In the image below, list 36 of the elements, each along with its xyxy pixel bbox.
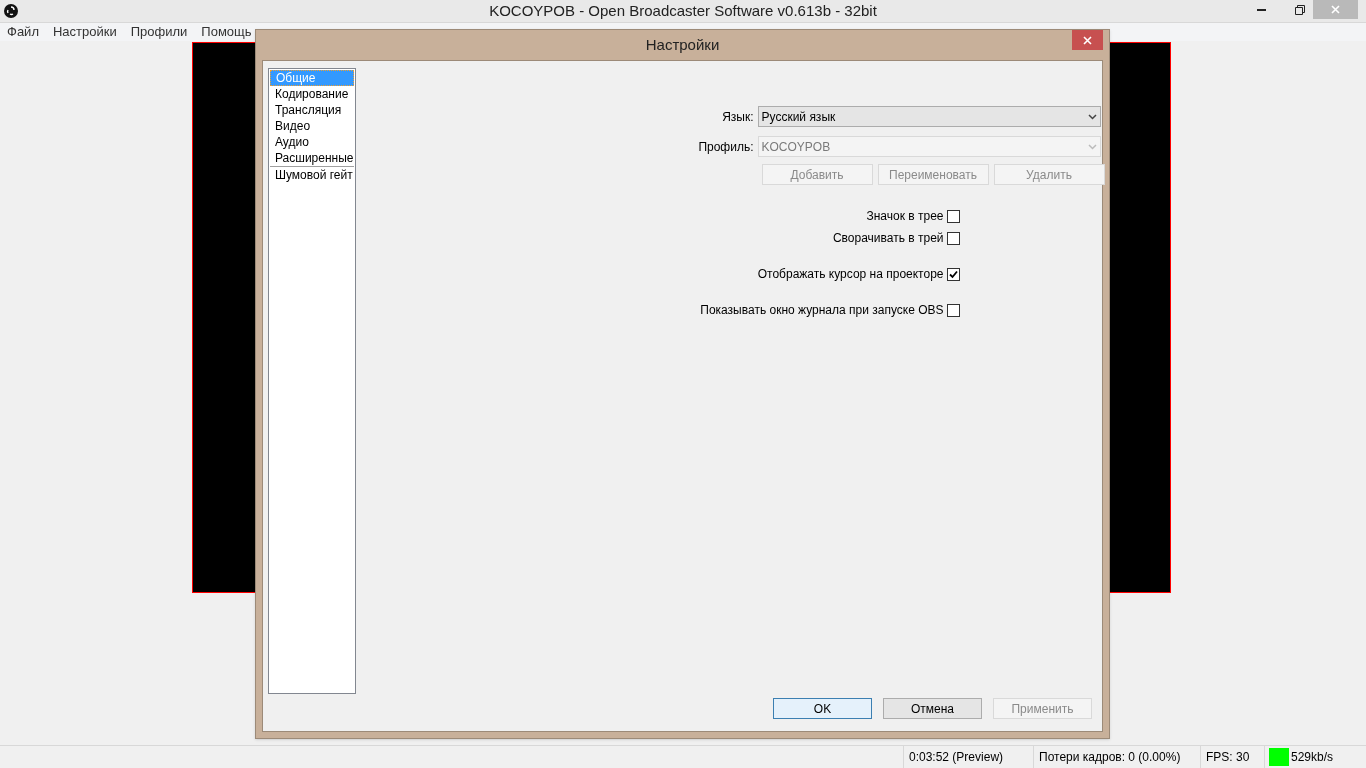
close-button[interactable] bbox=[1072, 30, 1103, 50]
checkbox[interactable] bbox=[946, 267, 960, 281]
category-item[interactable]: Расширенные bbox=[270, 150, 354, 166]
checkbox[interactable] bbox=[946, 209, 960, 223]
checkbox[interactable] bbox=[946, 303, 960, 317]
checkbox-label: Показывать окно журнала при запуске OBS bbox=[700, 302, 944, 319]
checkbox[interactable] bbox=[946, 231, 960, 245]
dropdown[interactable]: Русский язык bbox=[757, 106, 1101, 127]
stream-time: 0:03:52 (Preview) bbox=[904, 746, 1034, 768]
menu-item[interactable]: Помощь bbox=[201, 22, 252, 42]
app-logo-icon bbox=[4, 4, 18, 18]
checkbox-label: Отображать курсор на проекторе bbox=[757, 266, 944, 283]
category-item[interactable]: Трансляция bbox=[270, 102, 354, 118]
chevron-down-icon bbox=[1087, 143, 1097, 150]
bitrate-reading: 529kb/s bbox=[1290, 749, 1334, 766]
window-title: KOCOYPOB - Open Broadcaster Software v0.613b - 32bit bbox=[489, 0, 877, 21]
menu-item[interactable]: Настройки bbox=[52, 22, 117, 42]
category-item[interactable]: Аудио bbox=[270, 134, 354, 150]
dialog-button[interactable]: Отмена bbox=[883, 698, 982, 719]
category-item[interactable]: Шумовой гейт bbox=[270, 167, 354, 183]
dialog-title: Настройки bbox=[645, 34, 720, 55]
dropped-frames: Потери кадров: 0 (0.00%) bbox=[1034, 746, 1201, 768]
field-label: Язык: bbox=[721, 108, 755, 126]
checkbox-label: Значок в трее bbox=[866, 208, 944, 225]
field-label: Профиль: bbox=[697, 138, 755, 156]
chevron-down-icon bbox=[1087, 113, 1097, 120]
close-icon bbox=[1331, 5, 1340, 14]
checkbox-label: Сворачивать в трей bbox=[832, 230, 944, 247]
menu-item[interactable]: Профили bbox=[130, 22, 188, 42]
close-icon bbox=[1083, 35, 1092, 45]
fps-reading: FPS: 30 bbox=[1201, 746, 1265, 768]
dialog-button[interactable]: OK bbox=[773, 698, 872, 719]
category-item[interactable]: Кодирование bbox=[270, 86, 354, 102]
category-item[interactable]: Видео bbox=[270, 118, 354, 134]
menu-item[interactable]: Файл bbox=[7, 22, 39, 42]
restore-icon bbox=[1295, 5, 1305, 15]
